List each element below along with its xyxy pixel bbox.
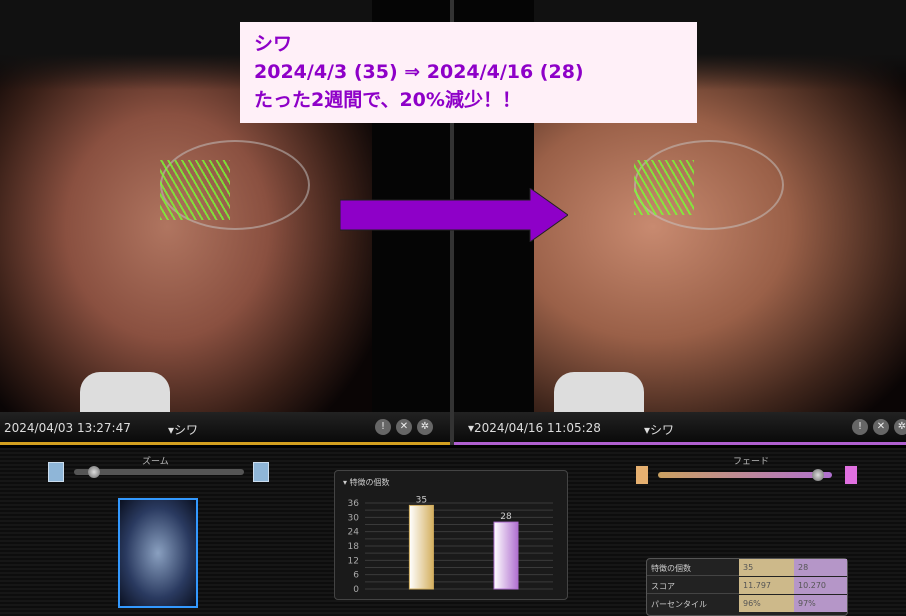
y-tick-label: 12	[348, 556, 359, 566]
y-tick-label: 6	[353, 571, 359, 581]
bar-value-label: 35	[416, 495, 427, 505]
overlay-title: シワ	[254, 33, 293, 55]
after-color-swatch[interactable]	[845, 466, 857, 484]
y-tick-label: 30	[348, 513, 360, 523]
results-table: 特徴の個数 35 28 スコア 11.797 10.270 パーセンタイル 96% 97%	[646, 558, 848, 616]
zoom-label: ズーム	[142, 457, 169, 467]
mode-dropdown-right[interactable]: ▾シワ	[644, 421, 674, 438]
close-icon[interactable]: ✕	[396, 419, 412, 435]
mode-dropdown-left[interactable]: ▾シワ	[168, 421, 198, 438]
timestamp-dropdown-right[interactable]: ▾2024/04/16 11:05:28	[468, 421, 601, 435]
arrow-icon	[340, 188, 568, 242]
info-icon[interactable]: !	[375, 419, 391, 435]
timestamp-left: 2024/04/03 13:27:47	[4, 421, 131, 435]
settings-icon[interactable]: ✲	[417, 419, 433, 435]
table-row: パーセンタイル 96% 97%	[647, 595, 847, 612]
fade-label: フェード	[733, 457, 770, 467]
info-icon[interactable]: !	[852, 419, 868, 435]
table-row: 特徴の個数 35 28	[647, 559, 847, 576]
annotation-overlay: シワ 2024/4/3 (35) ⇒ 2024/4/16 (28) たった2週間…	[240, 22, 697, 123]
fade-slider-knob[interactable]	[812, 469, 825, 481]
overlay-summary: たった2週間で、20%減少！！	[254, 89, 521, 111]
y-tick-label: 0	[353, 585, 359, 595]
close-icon[interactable]: ✕	[873, 419, 889, 435]
zoom-slider-knob[interactable]	[88, 466, 101, 478]
before-color-swatch[interactable]	[636, 466, 648, 484]
fade-slider[interactable]	[658, 472, 832, 478]
face-zoom-out-icon[interactable]	[48, 462, 64, 482]
y-tick-label: 24	[348, 528, 360, 538]
y-tick-label: 18	[348, 542, 360, 552]
table-row: スコア 11.797 10.270	[647, 577, 847, 594]
bar-2024/04/03	[408, 504, 434, 590]
y-tick-label: 36	[348, 499, 360, 509]
left-status-bar: 2024/04/03 13:27:47 ▾シワ ! ✕ ✲	[0, 412, 450, 445]
bar-2024/04/16	[493, 521, 519, 590]
navigator-thumbnail[interactable]	[118, 498, 198, 608]
bottom-panel: ズーム ▾ 特徴の個数 0 6 12 18 24 30 36 35 28 フェード 特徴の個数 3…	[0, 448, 906, 616]
bar-value-label: 28	[500, 512, 512, 522]
right-status-bar: ▾2024/04/16 11:05:28 ▾シワ ! ✕ ✲	[454, 412, 906, 445]
feature-count-chart: ▾ 特徴の個数 0 6 12 18 24 30 36 35 28	[334, 470, 568, 600]
eye-zoom-in-icon[interactable]	[253, 462, 269, 482]
settings-icon[interactable]: ✲	[894, 419, 906, 435]
overlay-comparison: 2024/4/3 (35) ⇒ 2024/4/16 (28)	[254, 61, 584, 83]
